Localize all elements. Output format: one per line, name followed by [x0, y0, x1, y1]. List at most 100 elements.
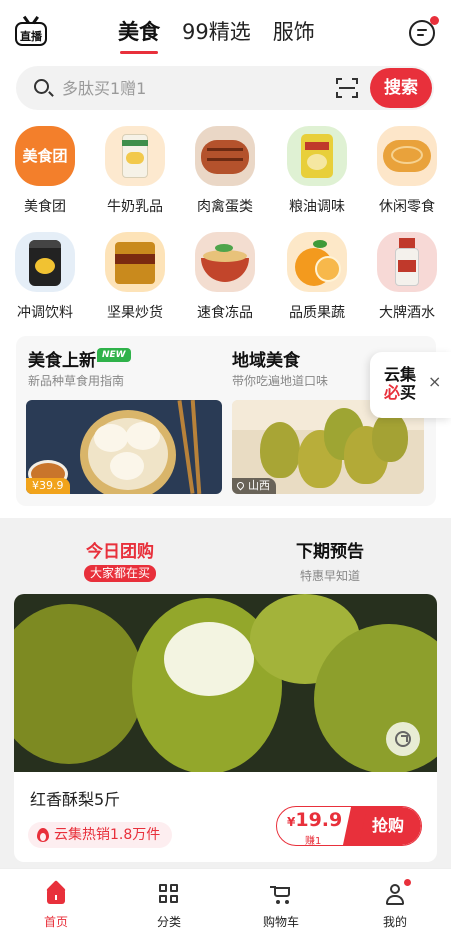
new-badge: NEW	[97, 348, 131, 362]
promo-title: 地域美食	[232, 351, 300, 371]
yunji-logo: 云集 必买	[384, 366, 416, 402]
nav-category[interactable]: 分类	[129, 883, 209, 930]
product-card[interactable]: 红香酥梨5斤 云集热销1.8万件 ¥19.9 赚1 抢购	[14, 594, 437, 862]
promo-subtitle: 带你吃遍地道口味	[232, 374, 329, 388]
category-label: 休闲零食	[379, 199, 435, 215]
cart-icon	[270, 883, 292, 905]
nav-home[interactable]: 首页	[16, 880, 96, 930]
pear-shape	[260, 422, 300, 478]
nav-label: 分类	[156, 915, 181, 929]
search-button[interactable]: 搜索	[370, 68, 432, 108]
tab-title: 今日团购	[86, 542, 154, 562]
pastry-icon	[377, 126, 437, 186]
liquor-bottle-icon	[377, 232, 437, 292]
tab-food[interactable]: 美食	[118, 16, 160, 54]
category-label: 速食冻品	[197, 305, 253, 321]
close-icon[interactable]: ×	[428, 372, 441, 391]
category-meishituan[interactable]: 美食团 美食团	[0, 126, 90, 216]
pastry-swirl	[391, 146, 423, 164]
logo-char: 买	[400, 383, 417, 402]
logo-line: 云集	[384, 365, 417, 384]
orange-icon	[287, 232, 347, 292]
category-grain-oil[interactable]: 粮油调味	[272, 126, 362, 216]
channel-tabs: 美食 99精选 服饰	[118, 16, 315, 54]
price-tag: ¥39.9	[26, 478, 70, 494]
buy-now-button[interactable]: 抢购	[355, 807, 421, 845]
message-icon[interactable]	[409, 16, 439, 46]
category-milk[interactable]: 牛奶乳品	[90, 126, 180, 216]
scan-icon[interactable]	[336, 78, 358, 98]
location-pin-icon	[235, 480, 246, 491]
message-line	[417, 34, 424, 36]
top-bar: 直播 美食 99精选 服饰	[0, 0, 451, 64]
nav-cart[interactable]: 购物车	[241, 883, 321, 930]
rice-bag-icon	[287, 126, 347, 186]
share-icon[interactable]	[386, 722, 420, 756]
cart-wheel	[285, 900, 289, 904]
meat-shape	[201, 140, 249, 174]
live-label: 直播	[20, 30, 42, 43]
location-label: 山西	[248, 479, 270, 492]
category-frozen[interactable]: 速食冻品	[180, 232, 270, 322]
milk-bag-band	[122, 140, 148, 146]
nut-box-band	[115, 254, 155, 264]
grid-cell	[170, 884, 178, 892]
live-stream-button[interactable]: 直播	[14, 16, 48, 48]
hot-sales-badge: 云集热销1.8万件	[28, 822, 173, 848]
home-mark	[55, 895, 57, 900]
home-icon	[45, 880, 67, 905]
category-meat[interactable]: 肉禽蛋类	[180, 126, 270, 216]
dumpling-shape	[110, 452, 144, 480]
tab-clothing[interactable]: 服饰	[273, 16, 315, 52]
product-image	[14, 594, 437, 772]
profile-body	[386, 895, 404, 905]
profile-icon	[384, 879, 411, 905]
category-snacks[interactable]: 休闲零食	[362, 126, 451, 216]
leaf-shape	[313, 240, 327, 248]
milk-bag-label	[126, 152, 144, 164]
buy-widget: ¥19.9 赚1 抢购	[276, 806, 422, 846]
profile-head	[390, 884, 400, 894]
hot-sales-text: 云集热销1.8万件	[54, 827, 161, 843]
drink-can-icon	[15, 232, 75, 292]
tab-next-preview[interactable]: 下期预告 特惠早知道	[296, 537, 364, 584]
category-label: 冲调饮料	[17, 305, 73, 321]
nav-label: 首页	[43, 915, 68, 929]
nav-label: 我的	[382, 915, 407, 929]
category-nuts[interactable]: 坚果炒货	[90, 232, 180, 322]
flame-icon	[37, 828, 49, 842]
promo-subtitle: 新品种草食用指南	[28, 374, 125, 388]
scan-corner	[352, 92, 358, 98]
nav-label: 购物车	[262, 915, 299, 929]
search-input[interactable]	[62, 76, 282, 100]
notification-dot	[404, 879, 411, 886]
yunji-floating-ad[interactable]: 云集 必买 ×	[370, 352, 451, 418]
promo-title: 美食上新	[28, 351, 96, 371]
earn-label: 赚1	[305, 836, 322, 846]
noodle-bowl-icon	[195, 232, 255, 292]
category-label: 品质果蔬	[289, 305, 345, 321]
price: ¥19.9	[287, 809, 342, 831]
grid-icon	[158, 883, 180, 905]
tab-today-group-buy[interactable]: 今日团购 大家都在买	[84, 537, 157, 582]
scan-line	[339, 87, 355, 89]
category-fruit-veg[interactable]: 品质果蔬	[272, 232, 362, 322]
nav-profile[interactable]: 我的	[355, 879, 435, 930]
message-line	[417, 29, 427, 31]
logo-line: 必买	[384, 384, 416, 402]
category-label: 美食团	[24, 199, 66, 215]
category-liquor[interactable]: 大牌酒水	[362, 232, 451, 322]
meishituan-logo: 美食团	[15, 126, 75, 186]
category-drinks[interactable]: 冲调饮料	[0, 232, 90, 322]
grill-mark	[207, 148, 243, 151]
tab-title: 下期预告	[296, 542, 364, 562]
category-label: 坚果炒货	[107, 305, 163, 321]
tab-99-select[interactable]: 99精选	[182, 16, 251, 52]
logo-char: 必	[384, 383, 401, 402]
grill-mark	[207, 158, 243, 161]
notification-dot	[430, 16, 439, 25]
category-label: 粮油调味	[289, 199, 345, 215]
can-label	[35, 258, 55, 274]
bottle-label	[398, 260, 416, 272]
can-lid	[29, 240, 61, 248]
